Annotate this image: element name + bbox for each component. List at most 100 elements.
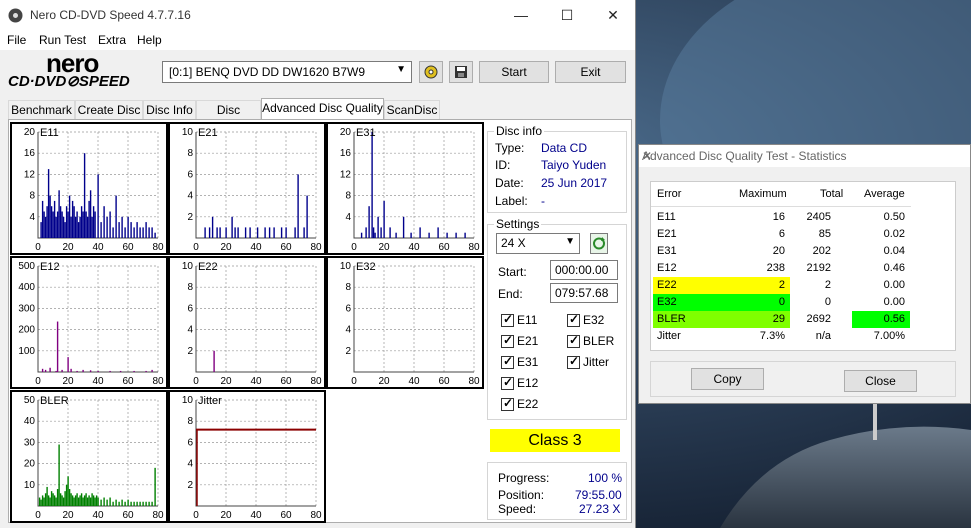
bar: [244, 227, 247, 238]
bar: [46, 206, 48, 238]
x-tick-label: 0: [351, 376, 357, 387]
logo-cd-dvd-speed: CD·DVD⊘SPEED: [8, 73, 130, 90]
save-button[interactable]: [449, 61, 473, 83]
cell-error: E32: [657, 296, 677, 308]
bar: [52, 493, 54, 506]
chart-svg: 0 20 40 60 80 10 20 30 40 50 BLER: [24, 395, 164, 521]
bar: [71, 200, 74, 238]
bar: [136, 222, 138, 238]
x-tick-label: 80: [310, 242, 322, 253]
bar: [62, 497, 65, 506]
cell-average: 0.46: [883, 262, 905, 274]
bar: [53, 200, 56, 238]
minimize-button[interactable]: —: [498, 0, 544, 30]
tab-disc-info[interactable]: Disc Info: [143, 100, 196, 120]
bar: [49, 195, 51, 238]
bar: [73, 206, 75, 238]
bar: [100, 499, 102, 506]
x-tick-label: 0: [351, 242, 357, 253]
e32-checkbox[interactable]: E32: [567, 312, 604, 327]
drive-info-button[interactable]: [419, 61, 443, 83]
chart-title: E22: [198, 261, 218, 273]
bler-checkbox[interactable]: BLER: [567, 333, 614, 348]
chart-title: E21: [198, 127, 218, 139]
start-field[interactable]: 000:00.00: [550, 260, 618, 280]
bar: [89, 370, 92, 372]
header-divider: [651, 206, 911, 207]
x-tick-label: 60: [122, 242, 134, 253]
bar: [139, 501, 141, 506]
stats-close-button[interactable]: Close: [844, 370, 917, 392]
bar: [55, 497, 57, 506]
bar: [142, 501, 144, 506]
bar: [70, 493, 72, 506]
bar: [94, 497, 96, 506]
drive-select[interactable]: [0:1] BENQ DVD DD DW1620 B7W9 ▼: [162, 61, 412, 83]
chart-svg: 0 20 40 60 80 2 4 6 8 10 E32: [340, 261, 480, 387]
menu-extra[interactable]: Extra: [98, 33, 126, 47]
bar: [92, 495, 95, 506]
close-button[interactable]: ✕: [590, 0, 636, 30]
copy-button[interactable]: Copy: [691, 368, 764, 390]
bar: [234, 227, 236, 238]
y-tick-label: 20: [340, 127, 352, 138]
statistics-row-e22: E22 2 2 0.00: [651, 277, 955, 294]
jitter-checkbox[interactable]: Jitter: [567, 354, 609, 369]
label-label: Label:: [495, 194, 528, 208]
menu-file[interactable]: File: [7, 33, 26, 47]
chart-svg: 0 20 40 60 80 4 8 12 16 20 E31: [340, 127, 480, 253]
tab-advanced-disc-quality[interactable]: Advanced Disc Quality: [261, 98, 384, 120]
bar: [50, 491, 53, 506]
chevron-down-icon: ▼: [565, 236, 575, 247]
tab-scandisc[interactable]: ScanDisc: [384, 100, 440, 120]
bar: [53, 495, 56, 506]
chart-jitter: 0 20 40 60 80 2 4 6 8 10 Jitter: [168, 390, 326, 523]
e11-checkbox[interactable]: E11: [501, 312, 537, 327]
chart-title: Jitter: [198, 395, 222, 407]
cell-error: E21: [657, 228, 677, 240]
cell-total: 2405: [806, 211, 831, 223]
bar: [85, 211, 87, 238]
y-tick-label: 6: [187, 437, 193, 448]
cell-total: 2: [824, 279, 831, 291]
x-tick-label: 40: [408, 242, 420, 253]
end-field[interactable]: 079:57.68: [550, 283, 618, 303]
checkbox-icon: [501, 396, 514, 411]
bar: [44, 216, 47, 238]
bar: [133, 370, 135, 372]
y-tick-label: 4: [187, 459, 193, 470]
tab-benchmark[interactable]: Benchmark: [8, 100, 75, 120]
speed-select[interactable]: 24 X ▼: [496, 233, 580, 254]
end-label: End:: [498, 287, 523, 301]
charts-grid: 0 20 40 60 80 4 8 12 16 20 E11 0 20 40 60 80 2 4 6 8 10 E21 0 2…: [10, 122, 486, 524]
e31-checkbox[interactable]: E31: [501, 354, 538, 369]
statistics-buttons-group: Copy Close: [650, 361, 956, 397]
bar: [154, 232, 156, 238]
bar: [112, 501, 114, 506]
maximize-button[interactable]: ☐: [544, 0, 590, 30]
menu-run-test[interactable]: Run Test: [39, 33, 86, 47]
y-tick-label: 8: [187, 282, 193, 293]
bar: [64, 491, 66, 506]
statistics-window: Advanced Disc Quality Test - Statistics …: [638, 144, 971, 404]
e12-checkbox[interactable]: E12: [501, 375, 538, 390]
e21-checkbox[interactable]: E21: [501, 333, 538, 348]
tab-disc-quality[interactable]: Disc Quality: [196, 100, 261, 136]
bar: [41, 495, 44, 506]
type-label: Type:: [495, 141, 525, 155]
start-button[interactable]: Start: [479, 61, 549, 83]
bar: [56, 489, 59, 506]
bar: [106, 499, 108, 506]
bar: [133, 227, 135, 238]
statistics-close-icon[interactable]: ✕: [642, 149, 964, 163]
tab-create-disc[interactable]: Create Disc: [75, 100, 143, 120]
x-tick-label: 60: [280, 242, 292, 253]
refresh-button[interactable]: [590, 233, 608, 254]
menu-help[interactable]: Help: [137, 33, 162, 47]
bar: [273, 227, 275, 238]
chevron-down-icon: ▼: [396, 64, 406, 75]
e22-checkbox[interactable]: E22: [501, 396, 538, 411]
y-tick-label: 10: [340, 261, 352, 272]
exit-button[interactable]: Exit: [555, 61, 626, 83]
bar: [82, 211, 84, 238]
